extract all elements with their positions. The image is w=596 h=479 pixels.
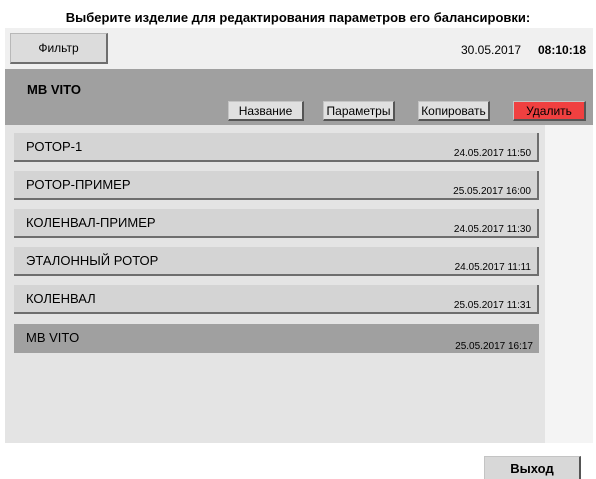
- list-item[interactable]: ЭТАЛОННЫЙ РОТОР 24.05.2017 11:11: [14, 247, 539, 276]
- current-time: 08:10:18: [538, 43, 587, 57]
- list-item-date: 25.05.2017 16:00: [453, 186, 531, 197]
- list-item-name: КОЛЕНВАЛ: [26, 291, 96, 306]
- filter-button[interactable]: Фильтр: [10, 33, 108, 64]
- exit-button[interactable]: Выход: [484, 456, 581, 479]
- selected-item-name: MB VITO: [27, 82, 81, 97]
- list-item-name: РОТОР-ПРИМЕР: [26, 177, 131, 192]
- top-toolbar: Фильтр 30.05.2017 08:10:18: [5, 28, 593, 69]
- list-item-date: 25.05.2017 16:17: [455, 341, 533, 352]
- current-date: 30.05.2017: [461, 43, 522, 57]
- list-item-name: КОЛЕНВАЛ-ПРИМЕР: [26, 215, 156, 230]
- list-item-date: 24.05.2017 11:50: [453, 148, 531, 159]
- item-list: РОТОР-1 24.05.2017 11:50 РОТОР-ПРИМЕР 25…: [5, 125, 593, 443]
- list-item-date: 25.05.2017 11:31: [453, 300, 531, 311]
- list-item[interactable]: КОЛЕНВАЛ 25.05.2017 11:31: [14, 285, 539, 314]
- page-title: Выберите изделие для редактирования пара…: [65, 10, 531, 25]
- parameters-button[interactable]: Параметры: [323, 101, 395, 121]
- list-scroll-area[interactable]: [545, 125, 593, 443]
- list-item-selected[interactable]: MB VITO 25.05.2017 16:17: [14, 324, 539, 353]
- copy-button[interactable]: Копировать: [418, 101, 490, 121]
- list-item[interactable]: КОЛЕНВАЛ-ПРИМЕР 24.05.2017 11:30: [14, 209, 539, 238]
- list-item-date: 24.05.2017 11:30: [453, 224, 531, 235]
- list-item-name: ЭТАЛОННЫЙ РОТОР: [26, 253, 159, 268]
- list-item[interactable]: РОТОР-1 24.05.2017 11:50: [14, 133, 539, 162]
- list-item-name: MB VITO: [26, 330, 80, 345]
- list-item[interactable]: РОТОР-ПРИМЕР 25.05.2017 16:00: [14, 171, 539, 200]
- list-item-name: РОТОР-1: [26, 139, 83, 154]
- selected-item-panel: MB VITO Название Параметры Копировать Уд…: [5, 69, 593, 125]
- list-item-date: 24.05.2017 11:11: [454, 262, 531, 273]
- delete-button[interactable]: Удалить: [513, 101, 586, 121]
- rename-button[interactable]: Название: [228, 101, 304, 121]
